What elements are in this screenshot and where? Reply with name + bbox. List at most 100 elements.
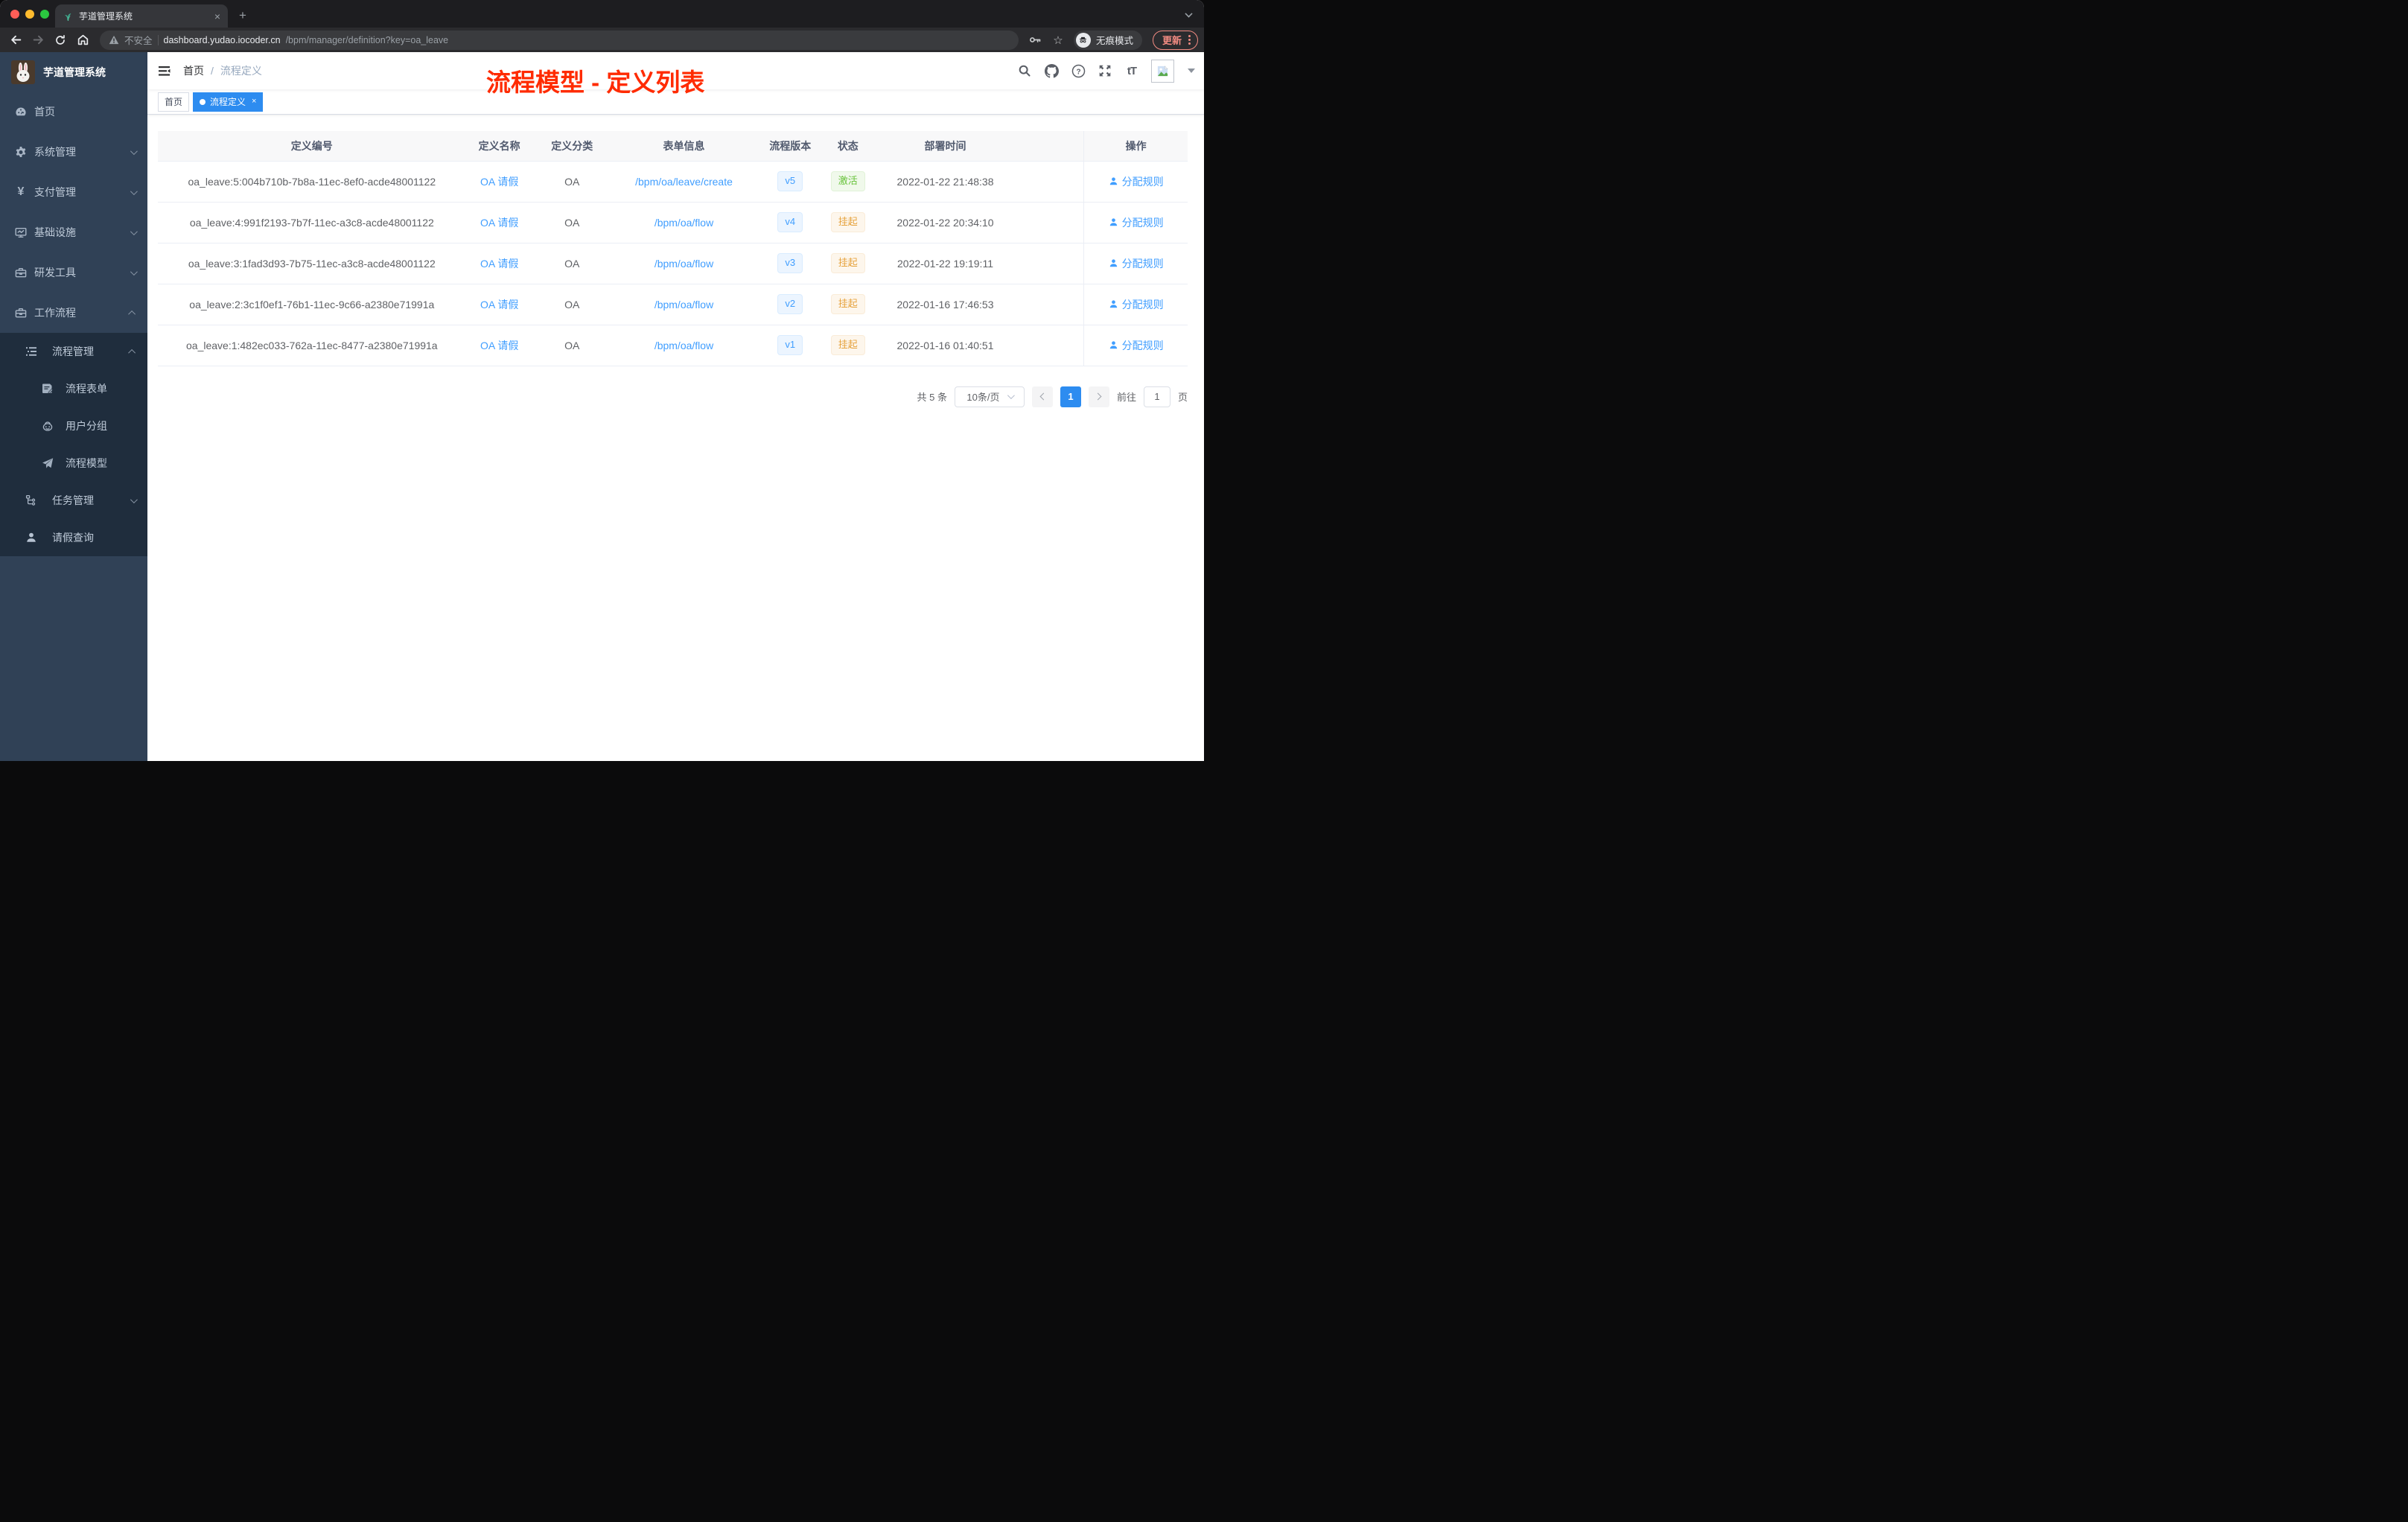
definition-name-link[interactable]: OA 请假 — [480, 258, 518, 270]
table-header-row: 定义编号 定义名称 定义分类 表单信息 流程版本 状态 部署时间 操作 — [158, 131, 1188, 161]
app-header: 首页 / 流程定义 ? tT — [147, 52, 1204, 89]
security-warning-icon[interactable] — [109, 35, 119, 45]
sidebar-item-workflow[interactable]: 工作流程 — [0, 293, 147, 333]
update-label[interactable]: 更新 — [1162, 33, 1182, 47]
sidebar-item-home[interactable]: 首页 — [0, 92, 147, 132]
app-logo[interactable]: 芋道管理系统 — [0, 52, 147, 92]
update-button[interactable]: 更新 — [1152, 30, 1198, 50]
cell-category: OA — [532, 202, 611, 243]
page-size-select[interactable]: 10条/页 — [954, 386, 1025, 407]
close-window-button[interactable] — [10, 10, 19, 19]
definition-name-link[interactable]: OA 请假 — [480, 340, 518, 351]
sidebar-item-payment[interactable]: ¥ 支付管理 — [0, 172, 147, 212]
definition-name-link[interactable]: OA 请假 — [480, 299, 518, 311]
version-badge: v5 — [777, 171, 803, 191]
minimize-window-button[interactable] — [25, 10, 34, 19]
goto-page-input[interactable] — [1143, 386, 1170, 407]
goto-label: 前往 — [1116, 392, 1136, 403]
breadcrumb-home[interactable]: 首页 — [183, 63, 204, 78]
header-actions: ? tT — [1017, 59, 1204, 83]
sidebar-item-label: 基础设施 — [34, 226, 76, 238]
tab-search-chevron-icon[interactable] — [1185, 10, 1193, 18]
incognito-badge: 无痕模式 — [1073, 30, 1142, 50]
form-link[interactable]: /bpm/oa/flow — [654, 217, 713, 229]
form-link[interactable]: /bpm/oa/flow — [654, 258, 713, 270]
password-key-icon[interactable] — [1026, 31, 1045, 50]
cell-definition-id: oa_leave:5:004b710b-7b8a-11ec-8ef0-acde4… — [158, 161, 466, 203]
sidebar: 芋道管理系统 首页 系统管理 ¥ 支付管理 基础设施 研发工具 工作流程 流程管… — [0, 52, 147, 761]
cell-deploy-time: 2022-01-22 19:19:11 — [872, 243, 1019, 284]
tag-label: 流程定义 — [210, 97, 246, 107]
user-icon — [1109, 341, 1117, 349]
tab-strip: 芋道管理系统 × + — [0, 0, 1204, 28]
definition-name-link[interactable]: OA 请假 — [480, 176, 518, 188]
sidebar-item-leave-query[interactable]: 请假查询 — [0, 519, 147, 556]
maximize-window-button[interactable] — [40, 10, 49, 19]
sidebar-item-system[interactable]: 系统管理 — [0, 132, 147, 172]
address-bar[interactable]: 不安全 dashboard.yudao.iocoder.cn/bpm/manag… — [100, 30, 1019, 50]
sidebar-item-process-form[interactable]: 流程表单 — [0, 370, 147, 407]
cell-deploy-time: 2022-01-22 20:34:10 — [872, 202, 1019, 243]
definition-name-link[interactable]: OA 请假 — [480, 217, 518, 229]
reload-icon[interactable] — [51, 31, 70, 50]
font-size-icon[interactable]: tT — [1124, 63, 1139, 78]
col-definition-name: 定义名称 — [465, 131, 533, 161]
sidebar-item-task-mgmt[interactable]: 任务管理 — [0, 482, 147, 519]
form-link[interactable]: /bpm/oa/leave/create — [635, 176, 733, 188]
form-link[interactable]: /bpm/oa/flow — [654, 299, 713, 311]
assign-rule-label: 分配规则 — [1121, 339, 1164, 351]
yen-icon: ¥ — [17, 185, 25, 198]
col-definition-category: 定义分类 — [532, 131, 611, 161]
assign-rule-button[interactable]: 分配规则 — [1109, 215, 1164, 230]
sidebar-item-label: 用户分组 — [66, 420, 107, 432]
pagination: 共 5 条 10条/页 1 前往 页 — [158, 386, 1188, 407]
sidebar-item-devtools[interactable]: 研发工具 — [0, 252, 147, 293]
table-row: oa_leave:3:1fad3d93-7b75-11ec-a3c8-acde4… — [158, 243, 1188, 284]
tag-close-icon[interactable]: × — [252, 98, 256, 106]
github-icon[interactable] — [1044, 63, 1059, 78]
sidebar-item-infra[interactable]: 基础设施 — [0, 212, 147, 252]
assign-rule-button[interactable]: 分配规则 — [1109, 338, 1164, 353]
breadcrumb-separator: / — [211, 65, 214, 77]
status-badge: 挂起 — [830, 212, 865, 232]
assign-rule-label: 分配规则 — [1121, 216, 1164, 229]
col-form-info: 表单信息 — [611, 131, 757, 161]
form-link[interactable]: /bpm/oa/flow — [654, 340, 713, 351]
avatar-caret-icon[interactable] — [1188, 69, 1195, 73]
sidebar-toggle-button[interactable] — [147, 52, 182, 89]
tab-close-icon[interactable]: × — [214, 11, 220, 22]
avatar[interactable] — [1151, 59, 1174, 83]
help-icon[interactable]: ? — [1071, 63, 1086, 78]
assign-rule-button[interactable]: 分配规则 — [1109, 256, 1164, 271]
sidebar-item-process-mgmt[interactable]: 流程管理 — [0, 333, 147, 370]
version-badge: v1 — [777, 335, 803, 355]
sidebar-item-label: 请假查询 — [52, 532, 94, 544]
sidebar-item-user-group[interactable]: 用户分组 — [0, 407, 147, 445]
security-label[interactable]: 不安全 — [124, 33, 153, 47]
incognito-label: 无痕模式 — [1095, 36, 1133, 46]
page-number-button[interactable]: 1 — [1060, 386, 1081, 407]
cell-spacer — [1018, 243, 1084, 284]
chevron-down-icon — [130, 267, 138, 276]
assign-rule-button[interactable]: 分配规则 — [1109, 297, 1164, 312]
assign-rule-label: 分配规则 — [1121, 175, 1164, 188]
search-icon[interactable] — [1017, 63, 1032, 78]
new-tab-button[interactable]: + — [232, 5, 253, 26]
sidebar-item-process-model[interactable]: 流程模型 — [0, 445, 147, 482]
fullscreen-icon[interactable] — [1098, 63, 1112, 78]
col-deploy-time: 部署时间 — [872, 131, 1019, 161]
status-badge: 挂起 — [830, 253, 865, 273]
version-badge: v4 — [777, 212, 803, 232]
tag-home[interactable]: 首页 — [158, 92, 190, 112]
cell-category: OA — [532, 243, 611, 284]
prev-page-button[interactable] — [1031, 386, 1053, 407]
next-page-button[interactable] — [1088, 386, 1109, 407]
assign-rule-button[interactable]: 分配规则 — [1109, 174, 1164, 189]
bookmark-star-icon[interactable]: ☆ — [1048, 31, 1068, 50]
browser-menu-icon[interactable] — [1188, 35, 1191, 45]
browser-tab[interactable]: 芋道管理系统 × — [55, 4, 228, 28]
back-icon[interactable] — [6, 31, 25, 50]
forward-icon[interactable] — [28, 31, 48, 50]
tag-process-definition[interactable]: 流程定义 × — [193, 92, 264, 112]
home-icon[interactable] — [73, 31, 92, 50]
